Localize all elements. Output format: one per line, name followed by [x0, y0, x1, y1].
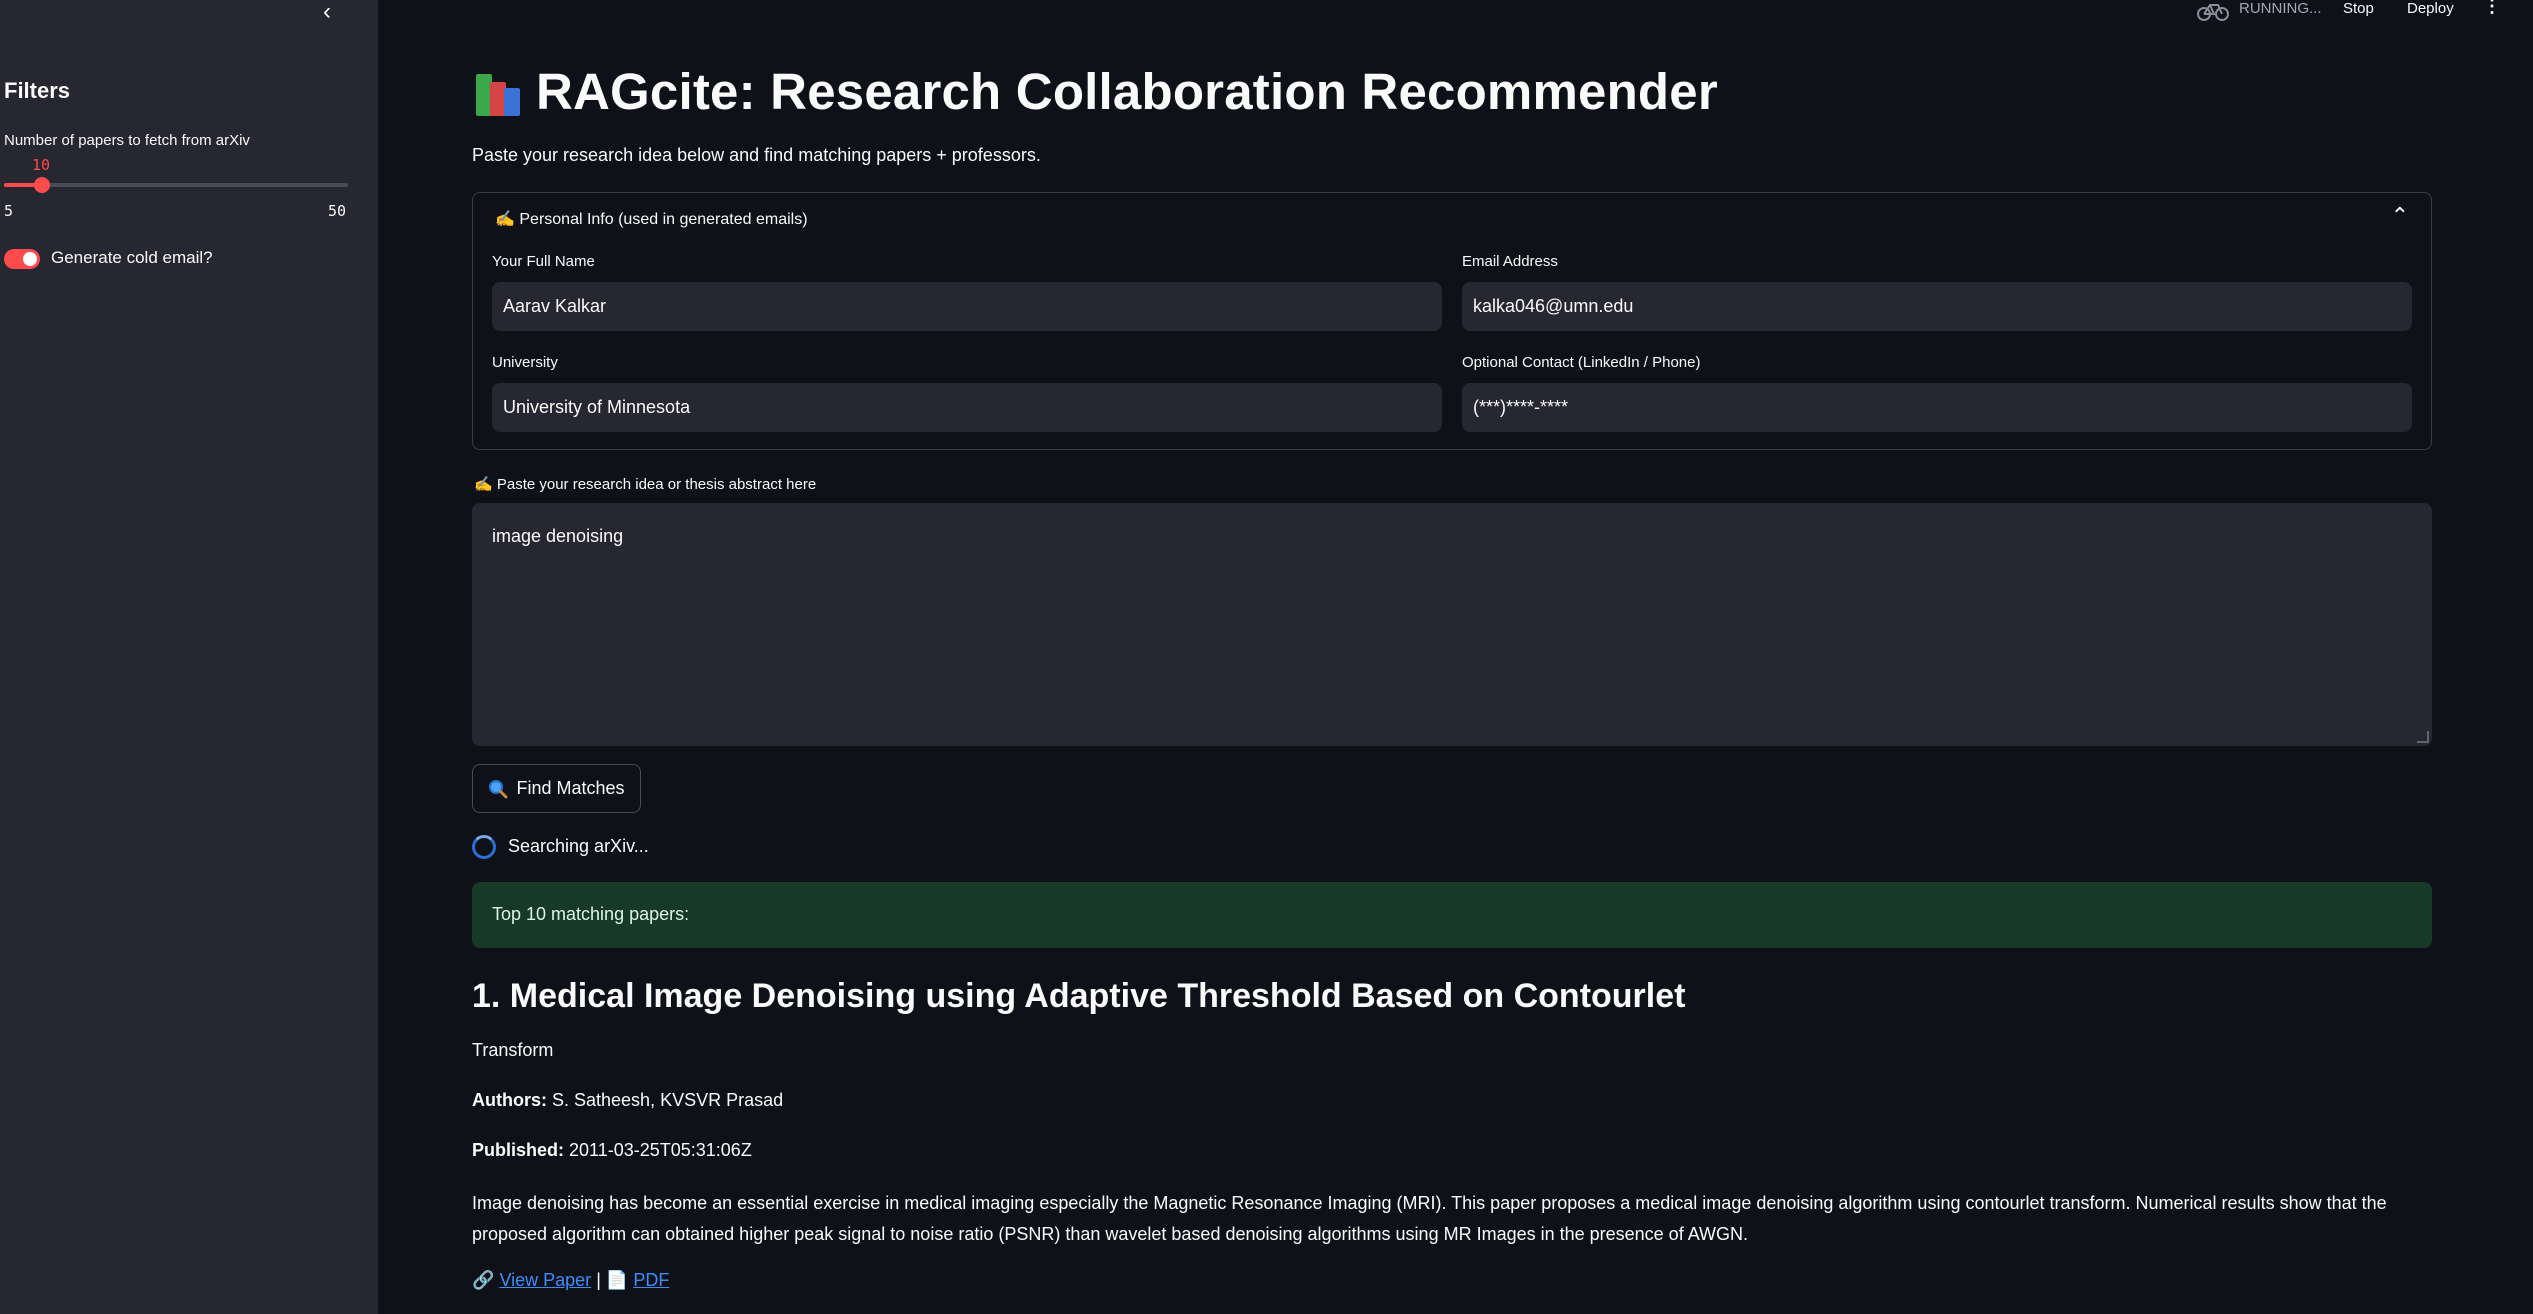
chevron-left-icon[interactable]: ‹	[314, 0, 340, 26]
slider-value: 10	[32, 156, 51, 174]
toggle-label: Generate cold email?	[51, 248, 213, 267]
university-input[interactable]: University of Minnesota	[492, 383, 1442, 432]
research-idea-textarea[interactable]: image denoising	[472, 503, 2432, 746]
name-label: Your Full Name	[492, 253, 595, 270]
page-subtitle: Paste your research idea below and find …	[472, 145, 1041, 165]
slider-max: 50	[328, 202, 347, 220]
paper-abstract: Image denoising has become an essential …	[472, 1193, 2387, 1244]
full-name-input[interactable]: Aarav Kalkar	[492, 282, 1442, 331]
published-value: 2011-03-25T05:31:06Z	[564, 1140, 752, 1160]
resize-grip-icon[interactable]	[2417, 731, 2429, 743]
authors-label: Authors:	[472, 1090, 547, 1110]
success-text: Top 10 matching papers:	[492, 904, 690, 924]
running-status: RUNNING...	[2239, 0, 2322, 17]
paper-authors: Authors: S. Satheesh, KVSVR Prasad	[472, 1090, 783, 1111]
find-matches-button[interactable]: Find Matches	[472, 764, 641, 813]
magnifier-icon	[489, 779, 508, 798]
link-icon: 🔗	[472, 1270, 495, 1290]
contact-label: Optional Contact (LinkedIn / Phone)	[1462, 354, 1701, 371]
slider-label: Number of papers to fetch from arXiv	[4, 132, 250, 149]
slider-min: 5	[4, 202, 14, 220]
paper-title: 1. Medical Image Denoising using Adaptiv…	[472, 977, 1686, 1015]
expander-header[interactable]: ✍️ Personal Info (used in generated emai…	[495, 209, 808, 229]
paper-links: 🔗 View Paper | 📄 PDF	[472, 1270, 669, 1291]
chevron-up-icon[interactable]: ⌃	[2391, 203, 2409, 229]
email-label: Email Address	[1462, 253, 1558, 270]
paper-title-continued: Transform	[472, 1040, 554, 1060]
deploy-button[interactable]: Deploy	[2407, 0, 2454, 17]
status-text: Searching arXiv...	[508, 836, 649, 856]
books-icon	[472, 66, 528, 118]
sidebar: ‹ Filters Number of papers to fetch from…	[0, 0, 378, 1314]
running-bike-icon	[2197, 4, 2229, 21]
paper-published: Published: 2011-03-25T05:31:06Z	[472, 1140, 752, 1161]
personal-info-expander: ✍️ Personal Info (used in generated emai…	[472, 192, 2432, 450]
idea-text: image denoising	[492, 526, 624, 546]
cold-email-toggle[interactable]	[4, 249, 40, 269]
header: RAGcite: Research Collaboration Recommen…	[472, 62, 1718, 121]
kebab-menu-icon[interactable]: ⋮	[2483, 0, 2501, 17]
email-input[interactable]: kalka046@umn.edu	[1462, 282, 2412, 331]
authors-value: S. Satheesh, KVSVR Prasad	[547, 1090, 784, 1110]
loading-spinner-icon	[472, 835, 496, 859]
contact-input[interactable]: (***)****-****	[1462, 383, 2412, 432]
published-label: Published:	[472, 1140, 565, 1160]
success-alert: Top 10 matching papers:	[472, 882, 2432, 948]
slider-thumb[interactable]	[34, 177, 51, 193]
view-paper-link[interactable]: View Paper	[499, 1270, 591, 1290]
papers-count-slider[interactable]	[4, 177, 348, 193]
link-separator: |	[596, 1270, 601, 1290]
university-label: University	[492, 354, 558, 371]
toggle-knob	[23, 252, 37, 266]
document-icon: 📄	[605, 1270, 629, 1290]
sidebar-title: Filters	[4, 78, 71, 103]
stop-button[interactable]: Stop	[2343, 0, 2374, 17]
idea-label: ✍️ Paste your research idea or thesis ab…	[474, 476, 817, 493]
pdf-link[interactable]: PDF	[633, 1270, 669, 1290]
page-title: RAGcite: Research Collaboration Recommen…	[536, 63, 1718, 120]
find-matches-label: Find Matches	[516, 778, 625, 798]
